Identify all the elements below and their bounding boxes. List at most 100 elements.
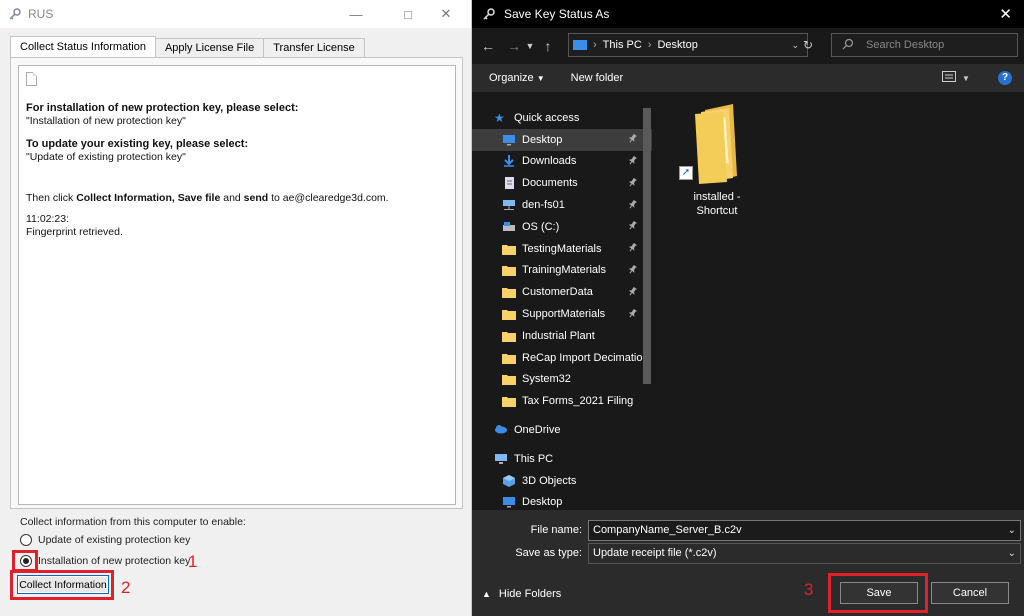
dialog-title: Save Key Status As [504,7,610,21]
nav-item-trainingmaterials[interactable]: TrainingMaterials [472,260,652,282]
document-icon [26,72,37,86]
3d-objects-icon [502,474,516,487]
pin-icon[interactable] [628,134,638,145]
refresh-icon[interactable]: ↻ [796,33,820,57]
maximize-icon[interactable]: □ [390,0,426,28]
chevron-down-icon[interactable]: ⌄ [1008,544,1016,563]
breadcrumb-this-pc[interactable]: This PC [603,39,642,51]
nav-item-os-c-[interactable]: OS (C:) [472,216,652,238]
install-heading: For installation of new protection key, … [26,102,299,114]
radio-update-existing[interactable]: Update of existing protection key [20,534,190,546]
nav-item-system32[interactable]: System32 [472,369,652,391]
nav-item-label: Desktop [522,133,563,146]
nav-item-label: SupportMaterials [522,308,606,321]
navigation-bar: ← → ▼ ↑ › This PC › Desktop ⌄ ↻ Search D… [472,31,1024,61]
nav-item-den-fs01[interactable]: den-fs01 [472,194,652,216]
update-instruction: "Update of existing protection key" [26,151,186,163]
chevron-down-icon: ▼ [536,74,545,83]
folder-shortcut-icon: ➚ [679,104,745,184]
save-dialog: Save Key Status As ✕ ← → ▼ ↑ › This PC ›… [472,0,1024,616]
pin-icon[interactable] [628,308,638,320]
back-arrow-icon[interactable]: ← [478,38,498,54]
nav-item-downloads[interactable]: Downloads [472,151,652,173]
file-name-input[interactable]: CompanyName_Server_B.c2v ⌄ [588,520,1021,541]
pin-icon[interactable] [628,155,638,167]
chevron-down-icon[interactable]: ⌄ [1008,521,1016,540]
folder-icon [502,243,516,255]
rus-window: RUS — □ ✕ Collect Status Information App… [0,0,472,616]
nav-item-customerdata[interactable]: CustomerData [472,281,652,303]
pin-icon[interactable] [628,286,638,298]
organize-menu[interactable]: Organize ▼ [489,72,545,84]
address-bar[interactable]: › This PC › Desktop ⌄ [568,33,808,57]
search-placeholder: Search Desktop [866,39,945,51]
nav-scrollbar[interactable] [640,108,652,510]
up-arrow-icon[interactable]: ↑ [538,38,558,54]
file-item-installed-shortcut[interactable]: ➚ installed - Shortcut [672,104,762,218]
scrollbar-thumb[interactable] [643,108,651,384]
downloads-icon [502,155,516,168]
pin-icon[interactable] [628,177,638,189]
documents-icon [502,177,516,190]
highlight-box-collect [10,570,114,600]
nav-item-recap-import-decimation[interactable]: ReCap Import Decimation [472,347,652,369]
pc-icon [494,453,508,465]
hide-folders-toggle[interactable]: ▲ Hide Folders [482,588,561,600]
minimize-icon[interactable]: — [338,0,374,28]
close-icon[interactable]: ✕ [428,0,464,28]
search-input[interactable]: Search Desktop [831,33,1018,57]
this-pc-list: 3D Objects Desktop [472,470,652,508]
chevron-up-icon: ▲ [482,589,491,599]
nav-pc-item-desktop[interactable]: Desktop [472,492,652,508]
nav-item-label: ReCap Import Decimation [522,351,649,364]
nav-item-supportmaterials[interactable]: SupportMaterials [472,303,652,325]
nav-item-label: Tax Forms_2021 Filing [522,395,634,408]
forward-arrow-icon[interactable]: → [504,38,524,54]
annotation-3: 3 [804,580,814,599]
network-drive-icon [502,199,516,211]
tab-panel: For installation of new protection key, … [10,57,463,509]
tab-collect-status[interactable]: Collect Status Information [10,36,156,57]
new-folder-button[interactable]: New folder [571,72,624,84]
cloud-icon [494,424,508,436]
recent-chevron-icon[interactable]: ▼ [524,41,536,51]
update-heading: To update your existing key, please sele… [26,138,249,150]
view-options-icon[interactable] [942,71,956,85]
folder-icon [502,373,516,386]
nav-item-testingmaterials[interactable]: TestingMaterials [472,238,652,260]
radio-install-new[interactable]: Installation of new protection key [20,555,190,567]
tab-transfer-license[interactable]: Transfer License [263,38,365,57]
pin-icon[interactable] [628,264,638,276]
rus-tabs: Collect Status Information Apply License… [10,36,365,57]
breadcrumb-desktop[interactable]: Desktop [657,39,697,51]
nav-this-pc[interactable]: This PC [472,448,652,470]
nav-item-documents[interactable]: Documents [472,172,652,194]
breadcrumb-separator: › [647,39,652,51]
pin-icon[interactable] [628,243,638,254]
radio-button[interactable] [20,534,32,546]
chevron-down-icon[interactable]: ▼ [962,74,970,83]
nav-quick-access[interactable]: ★ Quick access [472,107,652,129]
help-icon[interactable]: ? [998,71,1012,85]
then-click-line: Then click Collect Information, Save fil… [26,192,389,204]
pin-icon[interactable] [628,199,638,211]
collect-info-label: Collect information from this computer t… [20,516,246,528]
close-icon[interactable]: ✕ [999,5,1012,23]
desktop-icon [502,134,516,146]
cancel-button[interactable]: Cancel [931,582,1009,604]
nav-item-desktop[interactable]: Desktop [472,128,652,151]
timestamp: 11:02:23: [26,213,70,225]
folder-icon [502,308,516,321]
save-type-select[interactable]: Update receipt file (*.c2v) ⌄ [588,543,1021,564]
highlight-box-save [828,573,928,613]
nav-item-label: 3D Objects [522,474,577,487]
tab-apply-license[interactable]: Apply License File [154,38,265,57]
nav-onedrive[interactable]: OneDrive [472,419,652,441]
nav-pc-item-3d-objects[interactable]: 3D Objects [472,470,652,492]
key-icon [482,7,496,21]
nav-item-tax-forms-2021-filing[interactable]: Tax Forms_2021 Filing [472,390,652,412]
status-text-area: For installation of new protection key, … [18,65,456,505]
navigation-pane: ★ Quick access Desktop Downloads Documents… [472,98,652,508]
nav-item-industrial-plant[interactable]: Industrial Plant [472,325,652,347]
pin-icon[interactable] [628,221,638,232]
